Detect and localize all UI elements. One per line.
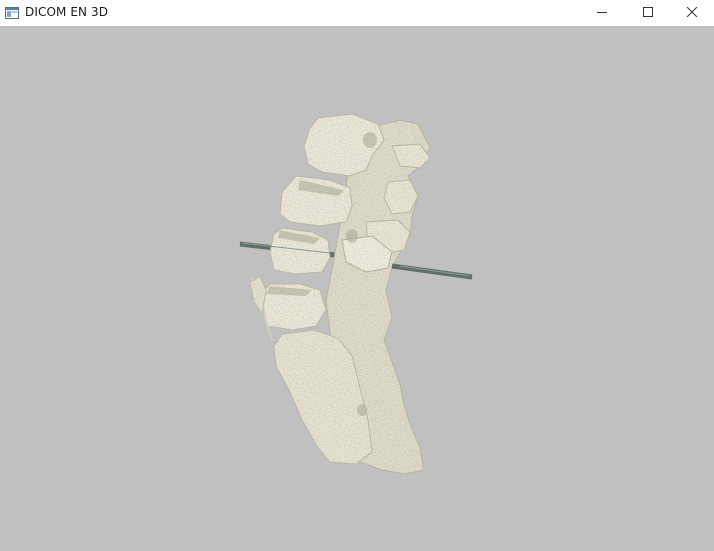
minimize-icon xyxy=(597,4,607,22)
maximize-button[interactable] xyxy=(625,0,671,26)
close-icon xyxy=(686,4,698,22)
window-title: DICOM EN 3D xyxy=(25,5,109,19)
app-window-icon xyxy=(4,5,20,21)
close-button[interactable] xyxy=(670,0,714,26)
vertebra-2 xyxy=(279,175,353,227)
spine-render xyxy=(239,113,473,475)
app-window: DICOM EN 3D xyxy=(0,0,714,551)
rod-front xyxy=(391,263,473,280)
3d-render-viewport[interactable] xyxy=(0,26,714,551)
title-bar[interactable]: DICOM EN 3D xyxy=(0,0,714,26)
maximize-icon xyxy=(643,4,653,22)
minimize-button[interactable] xyxy=(579,0,625,26)
